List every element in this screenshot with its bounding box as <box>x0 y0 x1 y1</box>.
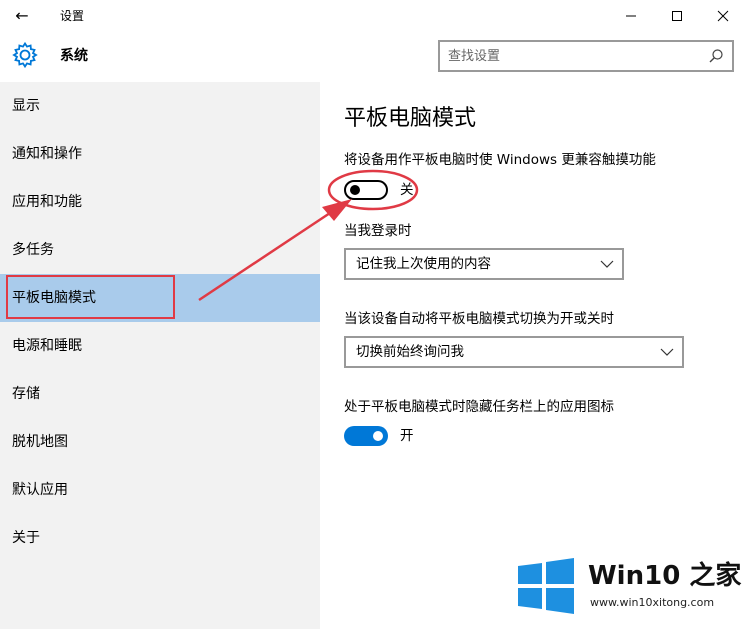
sidebar-item-label: 通知和操作 <box>12 146 82 162</box>
touch-toggle-state: 关 <box>400 182 414 198</box>
sidebar-item-label: 电源和睡眠 <box>12 338 82 354</box>
minimize-button[interactable] <box>608 0 654 32</box>
back-button[interactable]: ← <box>10 6 34 26</box>
signin-setting-label: 当我登录时 <box>344 223 412 239</box>
sidebar-item-default-apps[interactable]: 默认应用 <box>0 466 320 514</box>
auto-switch-dropdown[interactable]: 切换前始终询问我 <box>344 336 684 368</box>
back-arrow-icon: ← <box>15 6 29 25</box>
page-title: 平板电脑模式 <box>344 106 477 131</box>
windows-logo-icon <box>518 558 574 614</box>
sidebar-item-display[interactable]: 显示 <box>0 82 320 130</box>
chevron-down-icon <box>600 260 614 268</box>
auto-switch-setting-label: 当该设备自动将平板电脑模式切换为开或关时 <box>344 311 614 327</box>
sidebar-item-label: 显示 <box>12 98 40 114</box>
sidebar-item-label: 脱机地图 <box>12 434 68 450</box>
sidebar-item-tablet-mode[interactable]: 平板电脑模式 <box>0 274 320 322</box>
search-icon[interactable] <box>708 48 724 64</box>
hide-icons-toggle[interactable] <box>344 426 388 446</box>
hide-icons-toggle-state: 开 <box>400 428 414 444</box>
sidebar: 显示 通知和操作 应用和功能 多任务 平板电脑模式 电源和睡眠 存储 脱机地图 … <box>0 82 320 629</box>
watermark-logo: Win10 之家 www.win10xitong.com <box>514 556 746 629</box>
maximize-button[interactable] <box>654 0 700 32</box>
title-bar: ← 设置 <box>0 0 746 32</box>
main-content: 平板电脑模式 将设备用作平板电脑时使 Windows 更兼容触摸功能 关 当我登… <box>320 82 746 629</box>
sidebar-item-offline-maps[interactable]: 脱机地图 <box>0 418 320 466</box>
hide-icons-setting-label: 处于平板电脑模式时隐藏任务栏上的应用图标 <box>344 399 614 415</box>
watermark-brand: Win10 之家 <box>588 561 742 591</box>
sidebar-item-label: 多任务 <box>12 242 54 258</box>
close-icon <box>717 10 729 22</box>
touch-setting-label: 将设备用作平板电脑时使 Windows 更兼容触摸功能 <box>344 152 656 168</box>
signin-dropdown[interactable]: 记住我上次使用的内容 <box>344 248 624 280</box>
window-title: 设置 <box>60 9 85 23</box>
sidebar-item-label: 存储 <box>12 386 40 402</box>
maximize-icon <box>672 11 682 21</box>
settings-header: 系统 <box>0 32 746 82</box>
sidebar-item-label: 平板电脑模式 <box>12 290 96 306</box>
touch-mode-toggle[interactable] <box>344 180 388 200</box>
sidebar-item-label: 应用和功能 <box>12 194 82 210</box>
sidebar-item-about[interactable]: 关于 <box>0 514 320 562</box>
toggle-knob <box>350 185 360 195</box>
auto-switch-dropdown-value: 切换前始终询问我 <box>356 344 464 360</box>
sidebar-item-storage[interactable]: 存储 <box>0 370 320 418</box>
watermark-url: www.win10xitong.com <box>590 596 715 609</box>
sidebar-item-label: 关于 <box>12 530 40 546</box>
chevron-down-icon <box>660 348 674 356</box>
toggle-knob <box>373 431 383 441</box>
search-input[interactable] <box>448 47 698 65</box>
sidebar-item-multitasking[interactable]: 多任务 <box>0 226 320 274</box>
sidebar-item-apps-features[interactable]: 应用和功能 <box>0 178 320 226</box>
minimize-icon <box>626 15 636 17</box>
search-box[interactable] <box>438 40 734 72</box>
sidebar-item-power-sleep[interactable]: 电源和睡眠 <box>0 322 320 370</box>
section-title: 系统 <box>60 48 88 64</box>
sidebar-item-notifications[interactable]: 通知和操作 <box>0 130 320 178</box>
gear-icon <box>12 41 38 69</box>
sidebar-item-label: 默认应用 <box>12 482 68 498</box>
signin-dropdown-value: 记住我上次使用的内容 <box>356 256 491 272</box>
close-button[interactable] <box>700 0 746 32</box>
